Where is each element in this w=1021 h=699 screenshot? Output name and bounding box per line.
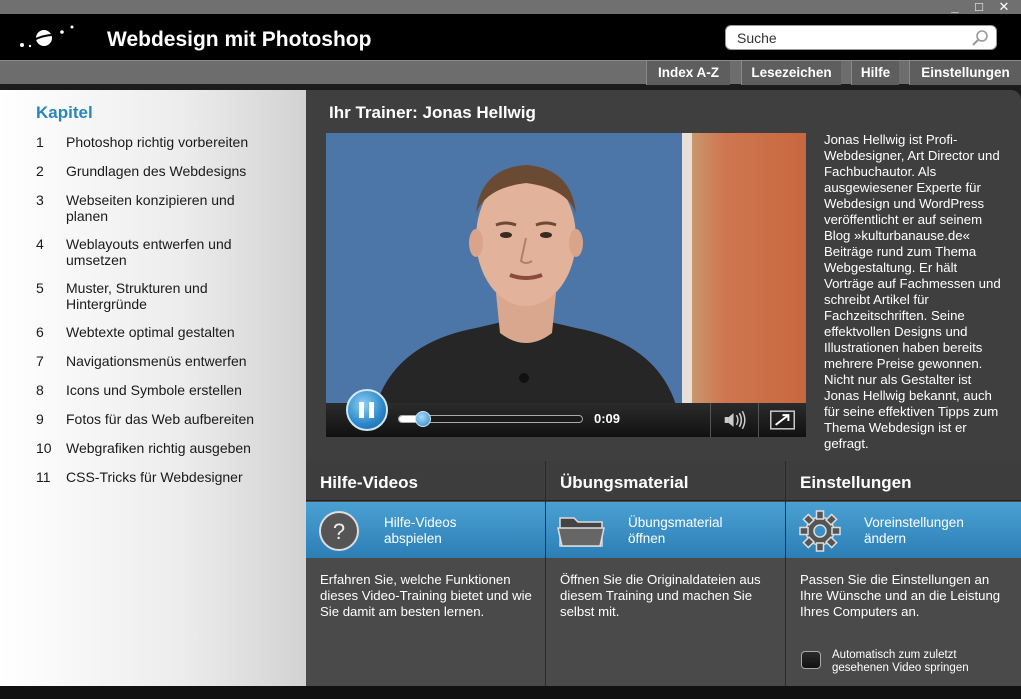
video-background — [682, 133, 806, 403]
chapter-label: Weblayouts entwerfen und umsetzen — [66, 236, 232, 268]
chapter-label: Webtexte optimal gestalten — [66, 324, 235, 340]
question-icon: ? — [319, 511, 359, 551]
chapter-label: Muster, Strukturen und Hintergründe — [66, 280, 208, 312]
svg-text:?: ? — [333, 519, 345, 544]
chapter-number: 7 — [36, 353, 44, 369]
chapter-label: Webseiten konzipieren und planen — [66, 192, 235, 224]
sidebar-title: Kapitel — [36, 103, 93, 122]
pause-icon — [359, 402, 364, 418]
pause-icon — [369, 402, 374, 418]
play-help-videos-button[interactable]: ? Hilfe-Videos abspielen — [306, 502, 545, 558]
chapter-number: 11 — [36, 469, 51, 485]
fullscreen-icon[interactable] — [758, 403, 806, 437]
panel-title: Übungsmaterial — [560, 473, 689, 492]
chapter-number: 3 — [36, 192, 44, 208]
chapter-label: Icons und Symbole erstellen — [66, 382, 242, 398]
panel-description: Passen Sie die Einstellungen an Ihre Wün… — [800, 572, 1001, 619]
chapter-label: Webgrafiken richtig ausgeben — [66, 440, 251, 456]
chapter-label: Navigationsmenüs entwerfen — [66, 353, 247, 369]
chapter-number: 4 — [36, 236, 44, 252]
footer-strip — [0, 686, 1021, 699]
window-titlebar: _ □ ✕ — [0, 0, 1021, 14]
nav-help[interactable]: Hilfe — [851, 61, 899, 85]
chapter-number: 6 — [36, 324, 44, 340]
action-label: Voreinstellungen ändern — [864, 515, 964, 546]
action-label: Hilfe-Videos abspielen — [384, 515, 457, 546]
panel-description: Öffnen Sie die Originaldateien aus diese… — [560, 572, 761, 619]
folder-icon — [557, 517, 605, 547]
maximize-button[interactable]: □ — [970, 0, 988, 14]
pause-button[interactable] — [346, 389, 388, 431]
chapter-label: Photoshop richtig vorbereiten — [66, 134, 249, 150]
change-settings-button[interactable]: Voreinstellungen ändern — [786, 502, 1021, 558]
progress-bar[interactable] — [398, 411, 583, 427]
action-label: Übungsmaterial öffnen — [628, 515, 723, 546]
chapter-number: 10 — [36, 440, 52, 456]
chapter-sidebar: Kapitel 1 Photoshop richtig vorbereiten 2… — [0, 90, 306, 686]
chapter-number: 8 — [36, 382, 44, 398]
nav-index[interactable]: Index A-Z — [646, 61, 730, 85]
panel-header: Einstellungen — [786, 461, 1021, 501]
chapter-number: 2 — [36, 163, 44, 179]
gear-icon — [799, 510, 841, 552]
video-time: 0:09 — [594, 411, 621, 426]
video-player[interactable]: 0:09 — [326, 133, 806, 437]
top-navigation: Index A-Z Lesezeichen Hilfe Einstellunge… — [0, 60, 1021, 85]
panel-description: Erfahren Sie, welche Funktionen dieses V… — [320, 572, 532, 619]
chapter-number: 1 — [36, 134, 44, 150]
nav-settings[interactable]: Einstellungen — [909, 61, 1021, 85]
chapter-number: 5 — [36, 280, 44, 296]
trainer-title: Ihr Trainer: Jonas Hellwig — [329, 103, 536, 122]
trainer-video-frame — [376, 165, 676, 405]
help-panel: Hilfe-Videos ? Hilfe-Videos abspielen Er… — [306, 461, 546, 686]
nav-bookmarks[interactable]: Lesezeichen — [741, 61, 841, 85]
volume-icon[interactable] — [710, 403, 758, 437]
close-button[interactable]: ✕ — [995, 0, 1013, 14]
panel-title: Hilfe-Videos — [320, 473, 418, 492]
chapter-label: Fotos für das Web aufbereiten — [66, 411, 255, 427]
search-icon[interactable] — [970, 28, 990, 48]
search-box[interactable] — [725, 25, 997, 50]
settings-panel: Einstellungen Voreinstellungen ändern Pa… — [786, 461, 1021, 686]
trainer-bio: Jonas Hellwig ist Profi-Webdesigner, Art… — [824, 132, 1001, 451]
search-input[interactable] — [737, 29, 957, 47]
app-header: Webdesign mit Photoshop — [0, 14, 1021, 60]
panel-title: Einstellungen — [800, 473, 912, 492]
chapter-label: CSS-Tricks für Webdesigner — [66, 469, 243, 485]
chapter-label: Grundlagen des Webdesigns — [66, 163, 247, 179]
open-material-button[interactable]: Übungsmaterial öffnen — [546, 502, 785, 558]
auto-resume-checkbox[interactable] — [801, 651, 821, 669]
logo-icon — [20, 25, 74, 48]
chapter-number: 9 — [36, 411, 44, 427]
material-panel: Übungsmaterial Übungsmaterial öffnen Öff… — [546, 461, 786, 686]
auto-resume-label: Automatisch zum zuletzt gesehenen Video … — [832, 649, 969, 674]
minimize-button[interactable]: _ — [946, 0, 964, 14]
panel-header: Übungsmaterial — [546, 461, 785, 501]
app-title: Webdesign mit Photoshop — [107, 28, 372, 51]
progress-handle[interactable] — [414, 411, 431, 427]
video-controls: 0:09 — [326, 389, 806, 437]
trainer-panel: Ihr Trainer: Jonas Hellwig 0:09 Jonas He… — [306, 90, 1021, 461]
panel-header: Hilfe-Videos — [306, 461, 545, 501]
